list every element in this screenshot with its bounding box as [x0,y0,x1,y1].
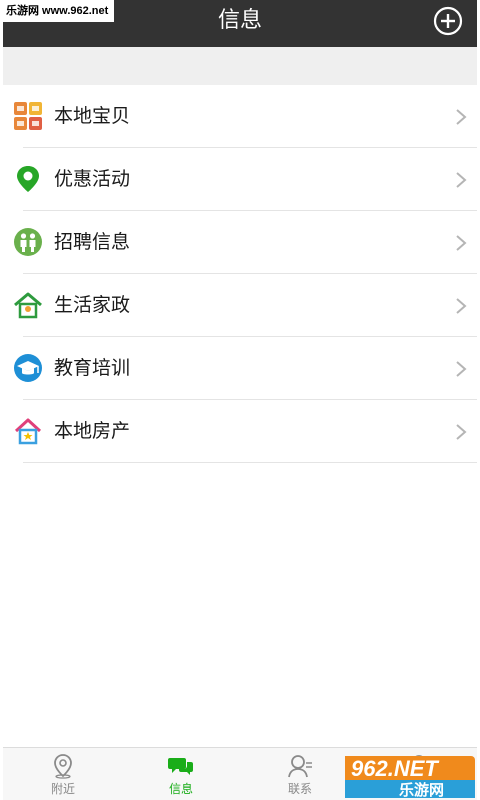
list-item-label: 招聘信息 [54,231,131,253]
chevron-right-icon [456,235,467,251]
people-icon [14,228,42,256]
info-list: 本地宝贝 优惠活动 招聘信息 生活家政 教育培训 本地房产 [3,85,477,463]
list-item-label: 教育培训 [54,357,131,379]
logo-bottom-text: 乐游网 [399,781,444,799]
logo-top-text: 962.NET [351,756,439,781]
watermark: 乐游网 www.962.net [0,0,115,22]
location-pin-icon [17,166,39,192]
site-logo: 962.NET 乐游网 [345,756,475,799]
list-item-recruitment[interactable]: 招聘信息 [3,211,477,274]
add-icon[interactable] [433,6,463,36]
graduation-cap-icon [14,354,42,382]
list-item-real-estate[interactable]: 本地房产 [3,400,477,463]
home-property-icon [14,418,42,445]
tab-messages[interactable]: 信息 [121,748,241,800]
divider [23,462,477,463]
list-item-local-treasure[interactable]: 本地宝贝 [3,85,477,148]
contacts-icon [288,755,312,778]
chevron-right-icon [456,109,467,125]
house-icon [14,292,42,319]
chevron-right-icon [456,424,467,440]
location-icon [54,754,72,779]
tab-label: 信息 [168,782,193,796]
list-item-label: 本地宝贝 [54,105,131,127]
tab-nearby[interactable]: 附近 [3,748,123,800]
chat-icon [168,758,193,775]
section-spacer [3,47,477,85]
list-item-housekeeping[interactable]: 生活家政 [3,274,477,337]
list-item-label: 优惠活动 [54,168,131,190]
chevron-right-icon [456,361,467,377]
local-treasure-icon [14,102,42,130]
list-item-label: 生活家政 [54,294,131,316]
list-item-education[interactable]: 教育培训 [3,337,477,400]
tab-label: 附近 [50,782,75,796]
list-item-promotions[interactable]: 优惠活动 [3,148,477,211]
chevron-right-icon [456,298,467,314]
chevron-right-icon [456,172,467,188]
list-item-label: 本地房产 [54,420,131,442]
